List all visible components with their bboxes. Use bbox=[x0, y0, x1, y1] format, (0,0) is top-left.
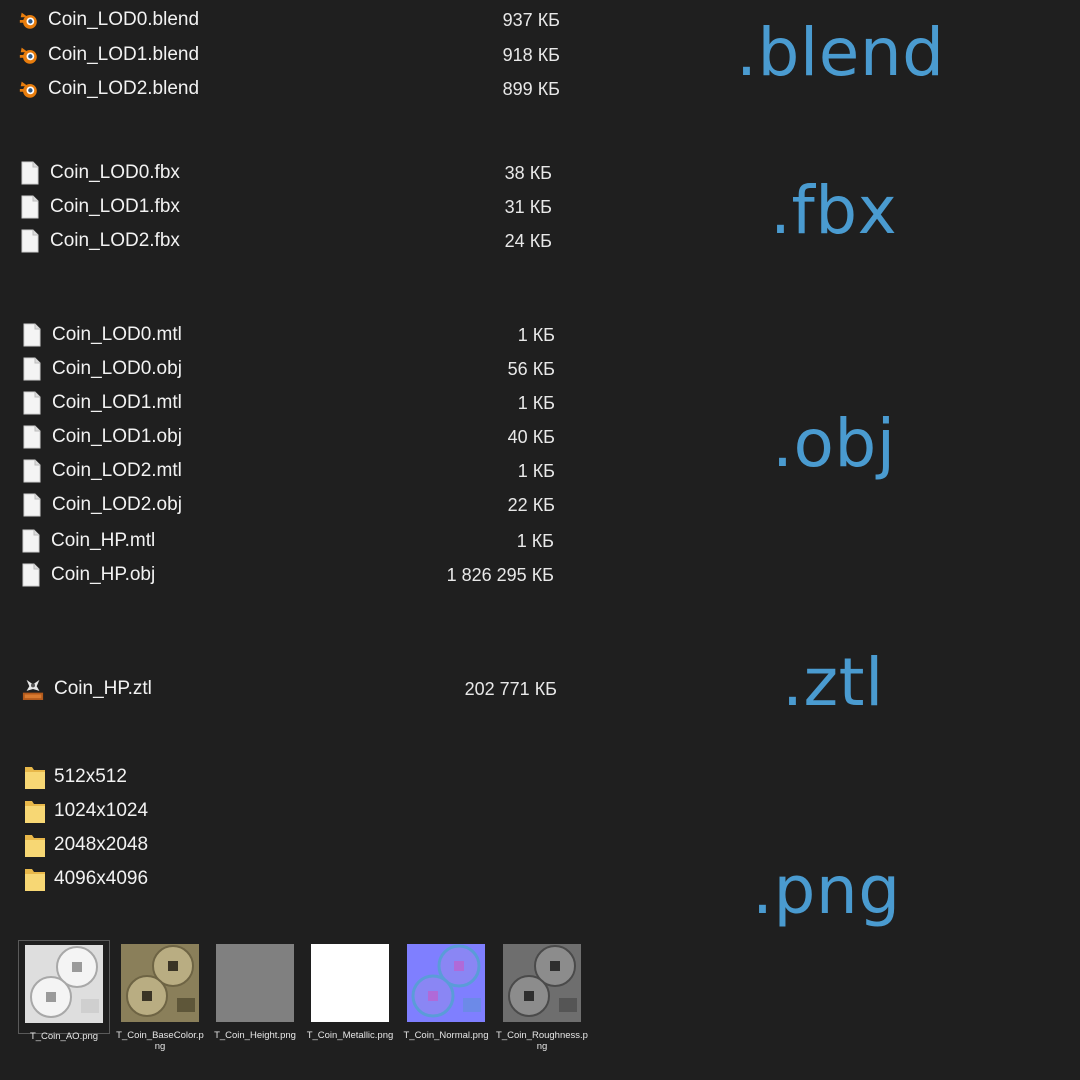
file-size-cell: 40 КБ bbox=[0, 422, 555, 452]
extension-label-obj: .obj bbox=[772, 405, 896, 482]
folder-name: 512x512 bbox=[54, 766, 127, 787]
folder-icon bbox=[24, 832, 46, 858]
file-size: 899 КБ bbox=[502, 78, 560, 99]
folder-icon bbox=[24, 764, 46, 790]
extension-label-ztl: .ztl bbox=[782, 644, 884, 721]
file-size: 1 КБ bbox=[517, 460, 555, 481]
file-size-cell: 22 КБ bbox=[0, 490, 555, 520]
file-size: 1 КБ bbox=[516, 530, 554, 551]
thumbnail-caption: T_Coin_AO.png bbox=[29, 1031, 99, 1042]
file-size-cell: 1 КБ bbox=[0, 526, 554, 556]
file-size-cell: 1 КБ bbox=[0, 388, 555, 418]
file-size: 202 771 КБ bbox=[464, 678, 557, 699]
file-size: 918 КБ bbox=[502, 44, 560, 65]
folder-icon bbox=[24, 866, 46, 892]
folder-name: 1024x1024 bbox=[54, 800, 149, 821]
file-size-cell: 899 КБ bbox=[0, 74, 560, 104]
file-size: 22 КБ bbox=[507, 494, 555, 515]
folder-row[interactable]: 1024x1024 bbox=[24, 796, 148, 826]
folder-row[interactable]: 2048x2048 bbox=[24, 830, 148, 860]
file-size: 1 826 295 КБ bbox=[446, 564, 554, 585]
file-size: 1 КБ bbox=[517, 324, 555, 345]
extension-label-blend: .blend bbox=[736, 14, 945, 91]
file-size: 937 КБ bbox=[502, 9, 560, 30]
thumbnail-normal[interactable]: T_Coin_Normal.png bbox=[400, 944, 492, 1041]
thumbnail-roughness[interactable]: T_Coin_Roughness.png bbox=[496, 944, 588, 1052]
file-size-cell: 918 КБ bbox=[0, 40, 560, 70]
file-size-cell: 31 КБ bbox=[0, 192, 552, 222]
folder-name: 2048x2048 bbox=[54, 834, 149, 855]
folder-icon bbox=[24, 798, 46, 824]
folder-name: 4096x4096 bbox=[54, 868, 149, 889]
texture-preview-roughness bbox=[503, 944, 581, 1022]
folder-row[interactable]: 512x512 bbox=[24, 762, 127, 792]
thumbnail-caption: T_Coin_Metallic.png bbox=[306, 1030, 394, 1041]
thumbnail-height[interactable]: T_Coin_Height.png bbox=[209, 944, 301, 1041]
file-size-cell: 56 КБ bbox=[0, 354, 555, 384]
file-size: 31 КБ bbox=[504, 196, 552, 217]
texture-preview-normal bbox=[407, 944, 485, 1022]
file-size-cell: 1 КБ bbox=[0, 320, 555, 350]
texture-preview-metallic bbox=[311, 944, 389, 1022]
texture-preview-basecolor bbox=[121, 944, 199, 1022]
file-size-cell: 937 КБ bbox=[0, 5, 560, 35]
file-size: 56 КБ bbox=[507, 358, 555, 379]
texture-preview-ao bbox=[25, 945, 103, 1023]
thumbnail-caption: T_Coin_Height.png bbox=[214, 1030, 296, 1041]
file-size: 24 КБ bbox=[504, 230, 552, 251]
thumbnail-caption: T_Coin_BaseColor.png bbox=[116, 1030, 204, 1052]
extension-label-png: .png bbox=[752, 852, 901, 929]
thumbnail-caption: T_Coin_Roughness.png bbox=[496, 1030, 588, 1052]
thumbnail-caption: T_Coin_Normal.png bbox=[403, 1030, 489, 1041]
thumbnail-ao[interactable]: T_Coin_AO.png bbox=[18, 940, 110, 1042]
extension-label-fbx: .fbx bbox=[770, 172, 898, 249]
thumbnail-basecolor[interactable]: T_Coin_BaseColor.png bbox=[114, 944, 206, 1052]
thumbnail-metallic[interactable]: T_Coin_Metallic.png bbox=[304, 944, 396, 1041]
file-size: 1 КБ bbox=[517, 392, 555, 413]
file-size: 38 КБ bbox=[504, 162, 552, 183]
file-size-cell: 38 КБ bbox=[0, 158, 552, 188]
folder-row[interactable]: 4096x4096 bbox=[24, 864, 148, 894]
file-size-cell: 1 КБ bbox=[0, 456, 555, 486]
texture-preview-height bbox=[216, 944, 294, 1022]
file-size-cell: 1 826 295 КБ bbox=[0, 560, 554, 590]
file-size-cell: 24 КБ bbox=[0, 226, 552, 256]
file-size: 40 КБ bbox=[507, 426, 555, 447]
file-size-cell: 202 771 КБ bbox=[0, 674, 557, 704]
